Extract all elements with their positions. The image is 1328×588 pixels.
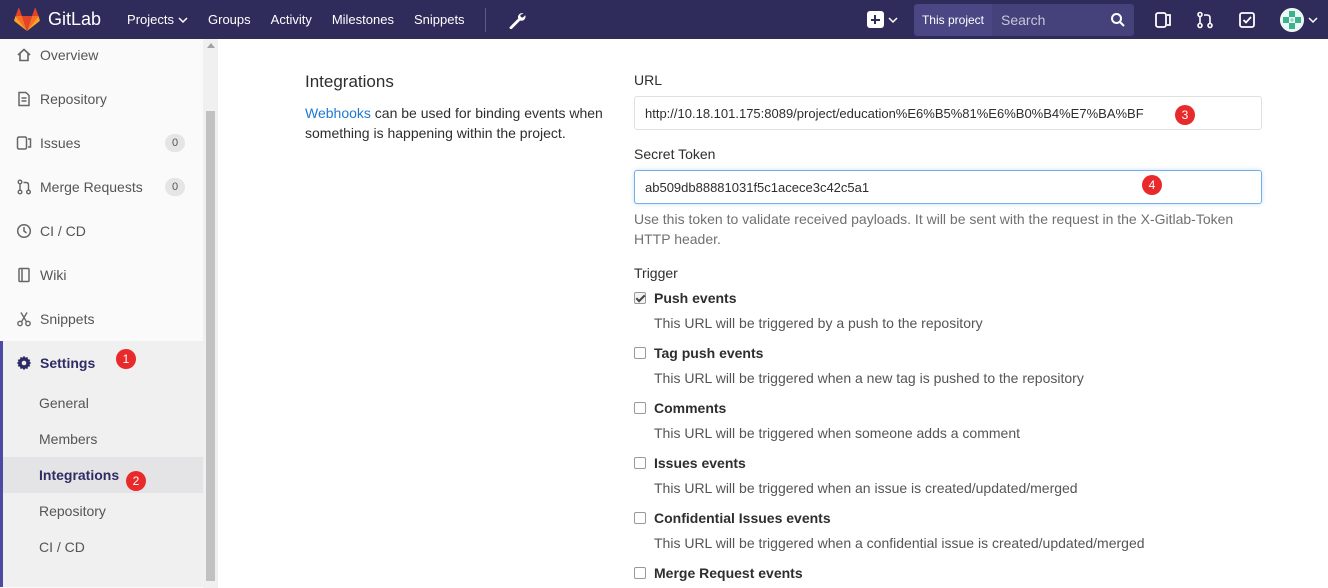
annotation-marker-3: 3 (1175, 105, 1195, 125)
todos-shortcut-icon[interactable] (1238, 11, 1256, 29)
sidebar-item-label: Merge Requests (40, 179, 143, 195)
sidebar-item-label: Wiki (40, 267, 67, 283)
main-content: Integrations Webhooks can be used for bi… (218, 39, 1328, 588)
sidebar-item-snippets[interactable]: Snippets (0, 297, 203, 341)
nav-snippets[interactable]: Snippets (414, 12, 465, 27)
sidebar-settings-group: Settings General Members Integrations Re… (0, 341, 203, 587)
new-dropdown-button[interactable] (866, 11, 898, 28)
user-avatar[interactable] (1280, 7, 1304, 32)
scrollbar-thumb[interactable] (206, 111, 215, 581)
nav-milestones[interactable]: Milestones (332, 12, 394, 27)
nav-activity[interactable]: Activity (271, 12, 312, 27)
sidebar-scrollbar[interactable] (203, 39, 218, 588)
trigger-comments[interactable]: Comments (634, 400, 726, 416)
trigger-push-events[interactable]: Push events (634, 290, 736, 306)
issues-shortcut-icon[interactable] (1154, 11, 1172, 29)
secret-token-input[interactable] (634, 170, 1262, 204)
trigger-label-text: Tag push events (654, 345, 764, 361)
url-label: URL (634, 72, 663, 88)
trigger-tag-push-events[interactable]: Tag push events (634, 345, 763, 361)
merge-request-events-checkbox[interactable] (634, 567, 646, 579)
secret-token-label: Secret Token (634, 146, 716, 162)
confidential-issues-events-checkbox[interactable] (634, 512, 646, 524)
search-icon (1111, 12, 1125, 27)
sidebar-subitem-repository[interactable]: Repository (3, 493, 203, 529)
trigger-help-text: This URL will be triggered when an issue… (654, 480, 1078, 496)
merge-requests-shortcut-icon[interactable] (1196, 11, 1214, 29)
sidebar-subitem-integrations[interactable]: Integrations (3, 457, 203, 493)
sidebar-item-repository[interactable]: Repository (0, 77, 203, 121)
nav-projects-dropdown[interactable]: Projects (127, 12, 188, 27)
sidebar-item-settings[interactable]: Settings (3, 341, 203, 385)
home-icon (16, 47, 32, 63)
sidebar-item-issues[interactable]: Issues 0 (0, 121, 203, 165)
comments-checkbox[interactable] (634, 402, 646, 414)
url-input[interactable] (634, 96, 1262, 130)
trigger-label-text: Issues events (654, 455, 746, 471)
doc-icon (16, 91, 32, 107)
trigger-label-text: Confidential Issues events (654, 510, 831, 526)
sidebar-subitem-general[interactable]: General (3, 385, 203, 421)
chevron-down-icon (888, 16, 898, 23)
project-sidebar: Overview Repository Issues 0 Merge Reque… (0, 39, 218, 588)
trigger-confidential-issues-events[interactable]: Confidential Issues events (634, 510, 831, 526)
trigger-help-text: This URL will be triggered by a push to … (654, 315, 983, 331)
issues-events-checkbox[interactable] (634, 457, 646, 469)
merge-icon (16, 179, 32, 195)
sidebar-subitem-ci-cd[interactable]: CI / CD (3, 529, 203, 565)
sidebar-item-ci-cd[interactable]: CI / CD (0, 209, 203, 253)
trigger-help-text: This URL will be triggered when a new ta… (654, 370, 1084, 386)
section-intro: Integrations Webhooks can be used for bi… (305, 72, 605, 143)
sidebar-item-wiki[interactable]: Wiki (0, 253, 203, 297)
trigger-merge-request-events[interactable]: Merge Request events (634, 565, 803, 581)
gear-icon (16, 355, 32, 371)
secret-token-help: Use this token to validate received payl… (634, 211, 1234, 247)
search-field (992, 3, 1134, 36)
sidebar-item-merge-requests[interactable]: Merge Requests 0 (0, 165, 203, 209)
trigger-label-text: Push events (654, 290, 737, 306)
sidebar-item-label: Repository (40, 91, 107, 107)
trigger-help-text: This URL will be triggered when a confid… (654, 535, 1145, 551)
nav-projects-label: Projects (127, 12, 175, 27)
push-events-checkbox[interactable] (634, 292, 646, 304)
sidebar-item-label: Snippets (40, 311, 95, 327)
plus-icon (866, 11, 884, 28)
avatar-identicon-icon (1280, 7, 1304, 32)
nav-groups[interactable]: Groups (208, 12, 251, 27)
chevron-down-icon (178, 16, 188, 23)
search-box: This project (913, 3, 1134, 36)
tag-push-events-checkbox[interactable] (634, 347, 646, 359)
nav-right: This project (866, 0, 1328, 39)
merge-requests-count-badge: 0 (165, 178, 185, 196)
sidebar-item-overview[interactable]: Overview (0, 33, 203, 77)
sidebar-item-label: Issues (40, 135, 81, 151)
trigger-label-text: Merge Request events (654, 565, 803, 581)
nav-divider (484, 7, 486, 32)
page-title: Integrations (305, 72, 394, 91)
trigger-help-text: This URL will be triggered when someone … (654, 425, 1020, 441)
sidebar-item-label: Overview (40, 47, 99, 63)
webhooks-link[interactable]: Webhooks (305, 105, 371, 121)
trigger-label-text: Comments (654, 400, 727, 416)
trigger-label: Trigger (634, 265, 678, 281)
scissors-icon (16, 311, 32, 327)
annotation-marker-1: 1 (116, 349, 136, 369)
scroll-up-arrow-icon[interactable] (207, 43, 215, 48)
book-icon (16, 267, 32, 283)
brand-name: GitLab (48, 9, 102, 29)
search-scope-badge[interactable]: This project (913, 3, 992, 36)
issues-icon (16, 135, 32, 151)
annotation-marker-4: 4 (1142, 175, 1162, 195)
chevron-down-icon (1308, 16, 1318, 23)
annotation-marker-2: 2 (126, 471, 146, 491)
admin-wrench-icon[interactable] (508, 11, 526, 29)
sidebar-settings-label: Settings (40, 355, 96, 371)
sidebar-item-label: CI / CD (40, 223, 86, 239)
rocket-icon (16, 223, 32, 239)
section-description: Webhooks can be used for binding events … (305, 103, 605, 143)
gitlab-logo-icon (14, 7, 40, 31)
issues-count-badge: 0 (165, 134, 185, 152)
sidebar-subitem-members[interactable]: Members (3, 421, 203, 457)
trigger-issues-events[interactable]: Issues events (634, 455, 746, 471)
